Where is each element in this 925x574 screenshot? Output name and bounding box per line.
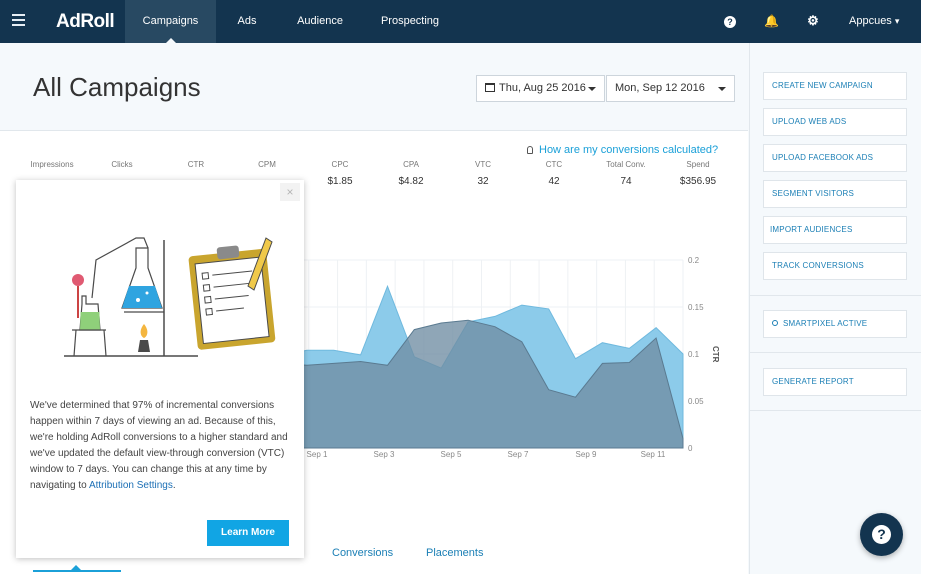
- nav-tab-prospecting[interactable]: Prospecting: [362, 0, 458, 43]
- metric-8: Total Conv. 74: [596, 160, 656, 187]
- metric-label: CPA: [403, 160, 419, 169]
- date-to-value: Mon, Sep 12 2016: [615, 82, 705, 94]
- chevron-down-icon: ▾: [894, 16, 900, 26]
- chevron-down-icon: [718, 87, 726, 91]
- metric-value: $356.95: [679, 176, 717, 187]
- sidebar-divider: [749, 352, 921, 353]
- x-tick-label: Sep 7: [508, 450, 529, 459]
- adroll-logo[interactable]: AdRoll: [56, 11, 115, 33]
- calendar-icon: [485, 83, 495, 92]
- active-tab-caret: [166, 38, 176, 43]
- date-from-value: Thu, Aug 25 2016: [499, 82, 586, 94]
- metric-label: Total Conv.: [606, 160, 646, 169]
- attribution-settings-link[interactable]: Attribution Settings: [89, 480, 173, 491]
- metric-label: VTC: [475, 160, 491, 169]
- metric-3: CPM: [237, 160, 297, 176]
- page-title: All Campaigns: [33, 72, 201, 102]
- active-tab-caret: [71, 565, 81, 570]
- metric-7: CTC 42: [524, 160, 584, 187]
- y-tick-label: 0.15: [688, 303, 704, 312]
- active-tab-underline: [33, 570, 121, 572]
- y-tick-label: 0.1: [688, 350, 700, 359]
- popup-message-end: .: [172, 480, 176, 491]
- user-menu[interactable]: Appcues ▾: [849, 0, 899, 43]
- date-from-select[interactable]: Thu, Aug 25 2016: [476, 75, 605, 102]
- tab-placements[interactable]: Placements: [426, 547, 483, 559]
- metric-6: VTC 32: [453, 160, 513, 187]
- metric-label: Spend: [686, 160, 710, 169]
- lab-illustration: [64, 237, 276, 357]
- track-conversions-button[interactable]: TRACK CONVERSIONS: [763, 252, 907, 280]
- conversions-help-text: How are my conversions calculated?: [539, 144, 719, 156]
- metric-0: Impressions: [22, 160, 82, 176]
- import-audiences-button[interactable]: IMPORT AUDIENCES: [763, 216, 907, 244]
- tab-conversions[interactable]: Conversions: [332, 547, 393, 559]
- top-navigation: AdRoll Campaigns Ads Audience Prospectin…: [0, 0, 921, 43]
- chevron-down-icon: [588, 87, 596, 91]
- y-tick-label: 0.2: [688, 256, 700, 265]
- metric-value: $4.82: [398, 176, 424, 187]
- nav-tab-ads[interactable]: Ads: [216, 0, 278, 43]
- metric-label: Clicks: [111, 160, 133, 169]
- metric-value: 74: [620, 176, 632, 187]
- metric-value: 32: [477, 176, 489, 187]
- generate-report-button[interactable]: GENERATE REPORT: [763, 368, 907, 396]
- metric-9: Spend $356.95: [668, 160, 728, 187]
- nav-tab-audience[interactable]: Audience: [278, 0, 362, 43]
- metric-5: CPA $4.82: [381, 160, 441, 187]
- gear-icon[interactable]: ⚙: [806, 13, 820, 29]
- conversions-help-link[interactable]: How are my conversions calculated?: [527, 144, 718, 156]
- metric-value: 42: [548, 176, 560, 187]
- y-tick-label: 0: [688, 444, 693, 453]
- window-edge: [921, 0, 925, 574]
- metric-label: CTC: [545, 160, 563, 169]
- status-dot-icon: [772, 320, 778, 326]
- user-name: Appcues: [849, 15, 892, 27]
- metric-2: CTR: [166, 160, 226, 176]
- popup-message: We've determined that 97% of incremental…: [30, 398, 292, 494]
- help-chat-button[interactable]: ?: [860, 513, 903, 556]
- help-icon[interactable]: ?: [724, 16, 736, 28]
- learn-more-button[interactable]: Learn More: [207, 520, 289, 546]
- lightbulb-icon: [527, 146, 533, 154]
- nav-tab-campaigns[interactable]: Campaigns: [125, 0, 216, 43]
- create-new-campaign-button[interactable]: CREATE NEW CAMPAIGN: [763, 72, 907, 100]
- x-tick-label: Sep 11: [641, 450, 666, 459]
- metric-4: CPC $1.85: [310, 160, 370, 187]
- x-tick-label: Sep 9: [576, 450, 597, 459]
- x-tick-label: Sep 5: [441, 450, 462, 459]
- bell-icon[interactable]: 🔔: [764, 14, 779, 28]
- x-tick-label: Sep 3: [374, 450, 395, 459]
- metric-1: Clicks: [92, 160, 152, 176]
- metric-value: $1.85: [327, 176, 353, 187]
- close-icon[interactable]: ×: [280, 183, 300, 201]
- sidebar-divider: [749, 410, 921, 411]
- menu-icon[interactable]: [12, 14, 25, 26]
- smartpixel-status[interactable]: SMARTPIXEL ACTIVE: [763, 310, 907, 338]
- y-tick-label: 0.05: [688, 397, 704, 406]
- metric-label: CPM: [258, 160, 276, 169]
- upload-facebook-ads-button[interactable]: UPLOAD FACEBOOK ADS: [763, 144, 907, 172]
- popup-message-body: We've determined that 97% of incremental…: [30, 400, 288, 491]
- series-area-1: [279, 319, 684, 449]
- date-to-select[interactable]: Mon, Sep 12 2016: [606, 75, 735, 102]
- segment-visitors-button[interactable]: SEGMENT VISITORS: [763, 180, 907, 208]
- metric-label: CPC: [331, 160, 349, 169]
- x-tick-label: Sep 1: [307, 450, 328, 459]
- upload-web-ads-button[interactable]: UPLOAD WEB ADS: [763, 108, 907, 136]
- smartpixel-label: SMARTPIXEL ACTIVE: [783, 319, 868, 328]
- help-icon: ?: [872, 525, 891, 544]
- attribution-announcement-popup: [16, 180, 304, 558]
- metric-label: CTR: [187, 160, 205, 169]
- sidebar-divider: [749, 295, 921, 296]
- metric-label: Impressions: [30, 160, 74, 169]
- y-axis-label: CTR: [711, 346, 720, 363]
